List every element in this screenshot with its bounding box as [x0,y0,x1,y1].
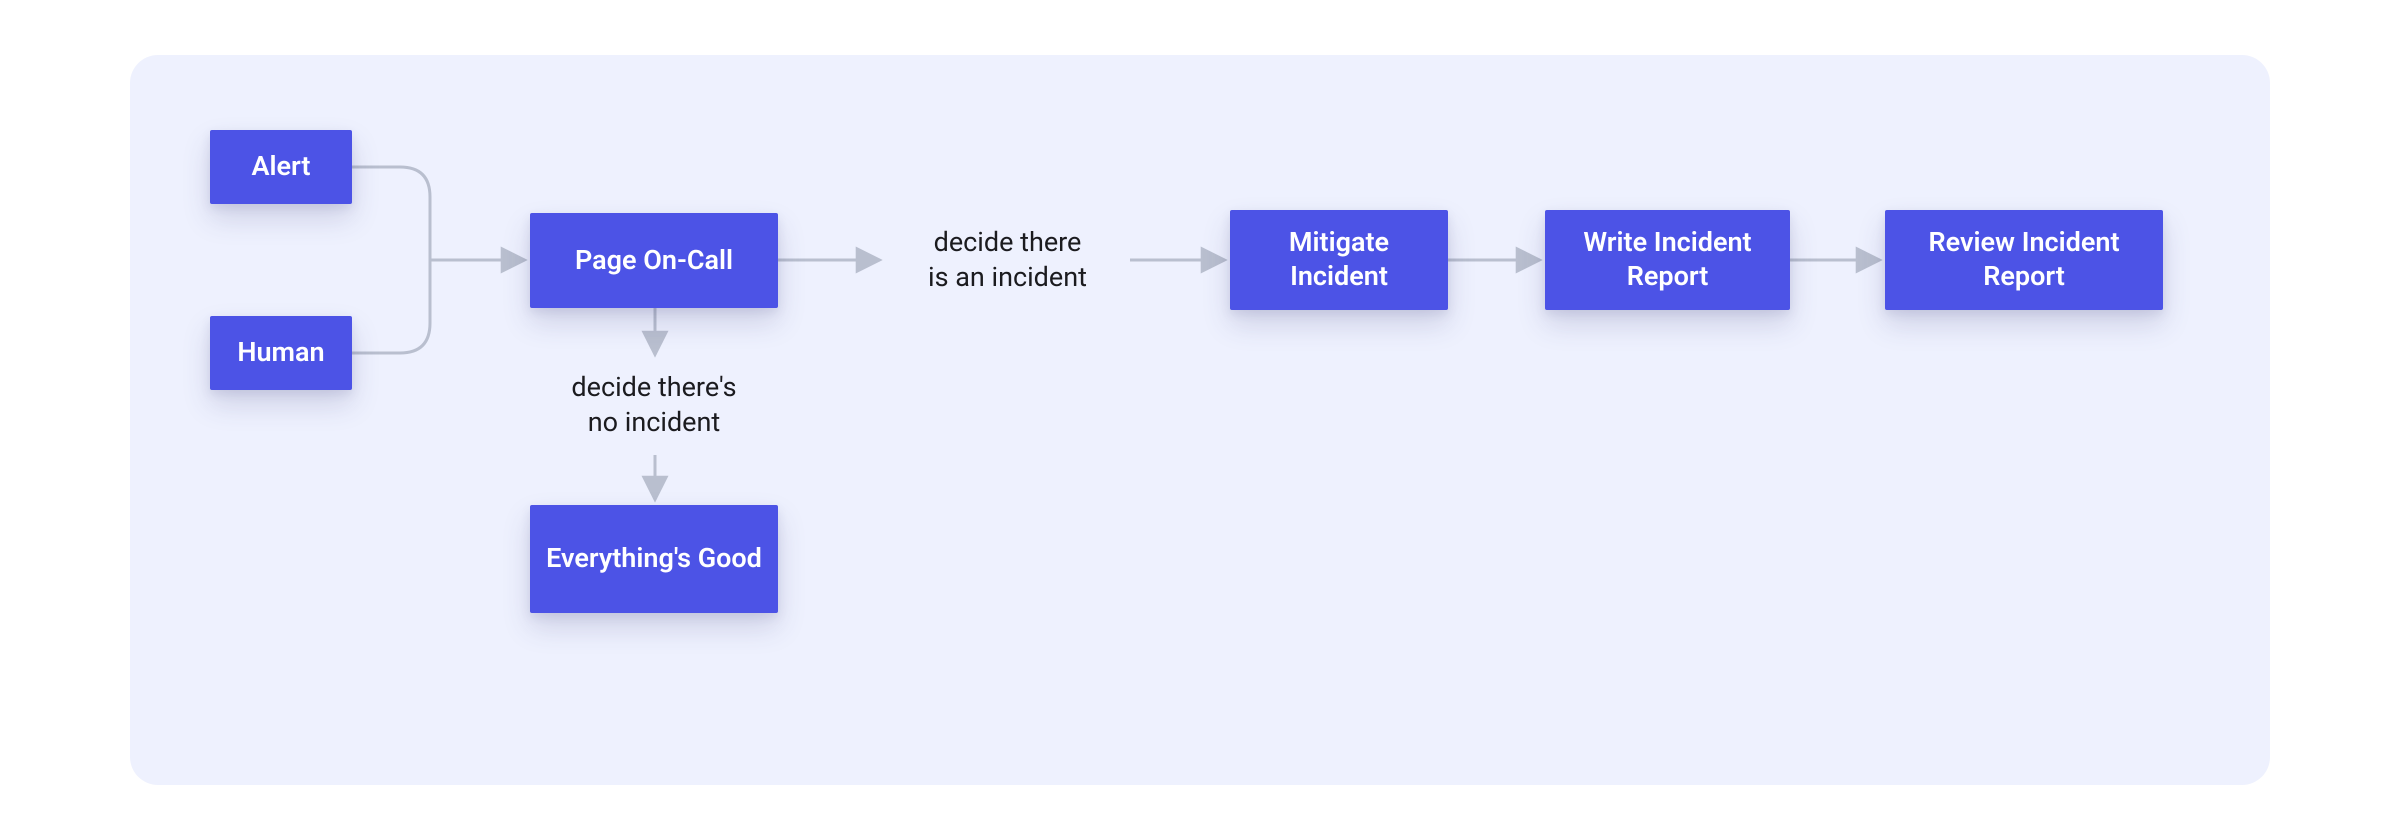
node-alert: Alert [210,130,352,204]
node-mitigate-incident: Mitigate Incident [1230,210,1448,310]
diagram-panel: Alert Human Page On-Call Everything's Go… [130,55,2270,785]
node-review-report: Review Incident Report [1885,210,2163,310]
node-page-on-call: Page On-Call [530,213,778,308]
node-write-report: Write Incident Report [1545,210,1790,310]
connectors-layer [130,55,2270,785]
edge-label-no-incident: decide there's no incident [530,370,778,440]
node-human: Human [210,316,352,390]
edge-label-is-incident: decide there is an incident [885,225,1130,295]
node-everythings-good: Everything's Good [530,505,778,613]
